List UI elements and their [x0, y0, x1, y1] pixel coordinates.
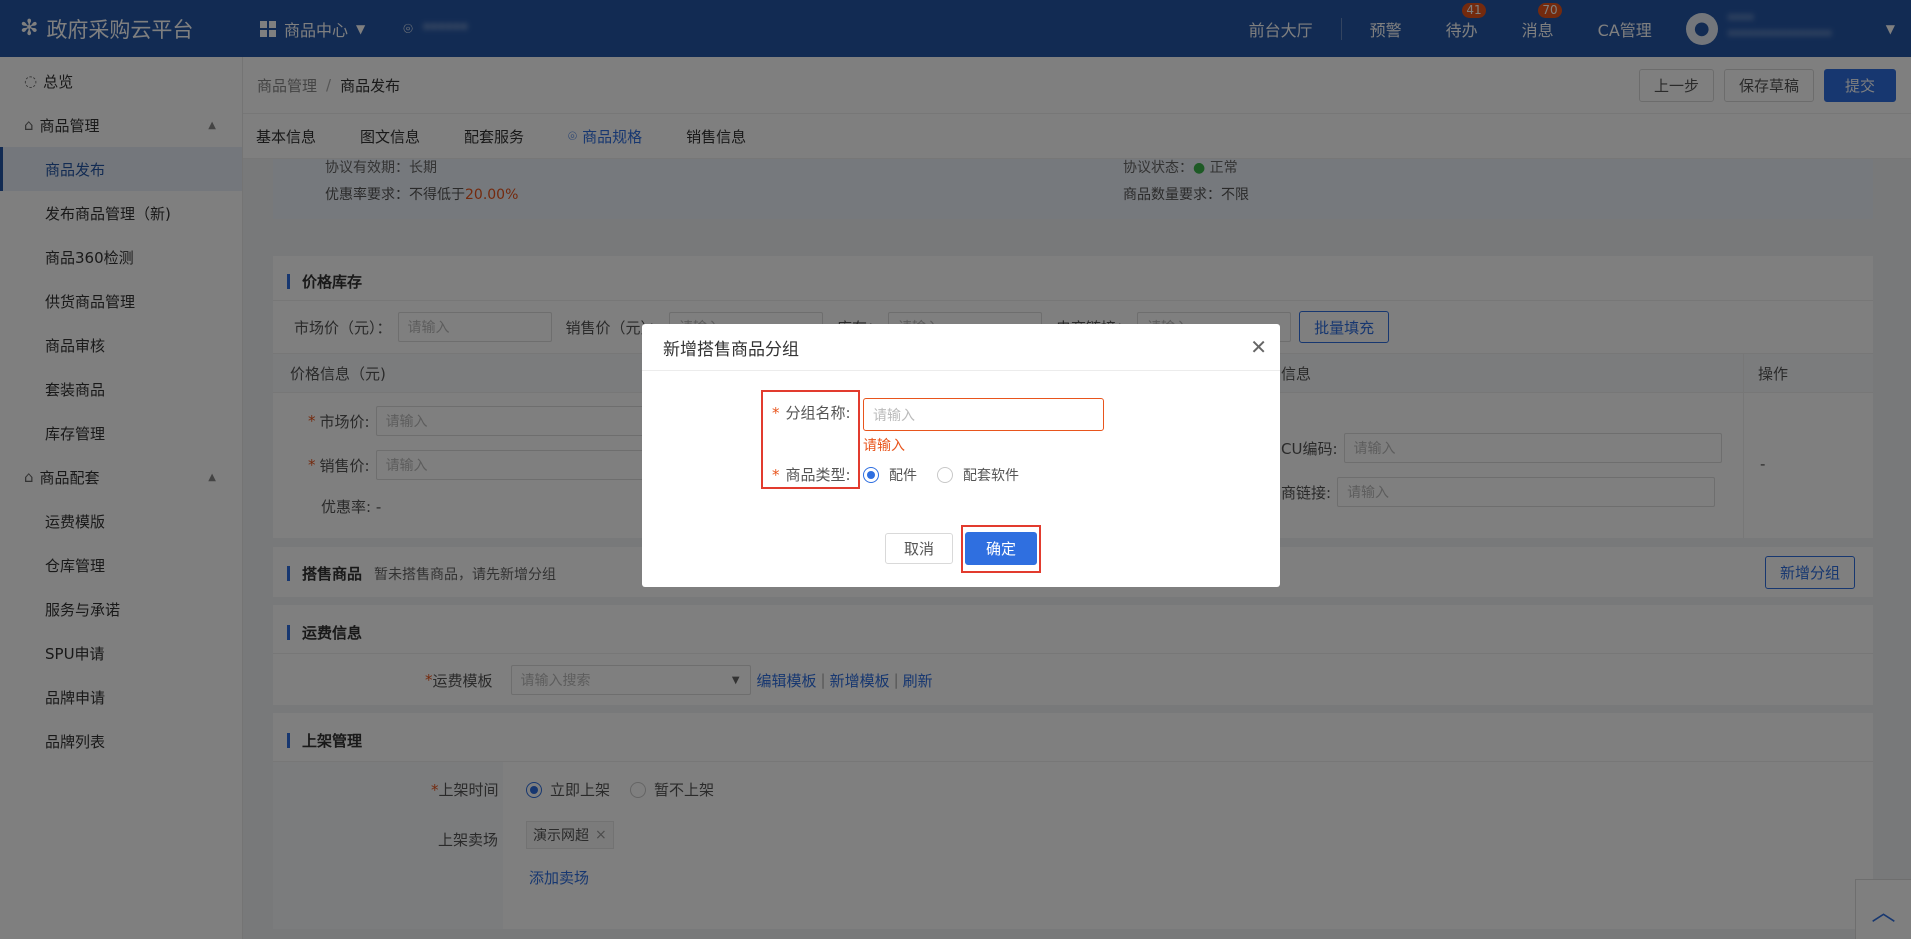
accessory-label: 配件 [889, 468, 917, 484]
radio-software[interactable] [937, 467, 953, 483]
software-label: 配套软件 [963, 468, 1019, 484]
dialog-title: 新增搭售商品分组 [663, 339, 799, 360]
highlight-box-confirm [961, 525, 1041, 573]
cancel-button[interactable]: 取消 [885, 533, 954, 564]
radio-accessory[interactable] [863, 467, 879, 483]
highlight-box-labels [761, 390, 860, 489]
group-name-error: 请输入 [863, 438, 905, 454]
close-icon[interactable]: ✕ [1250, 335, 1267, 359]
group-name-input[interactable]: 请输入 [863, 398, 1104, 431]
dialog-header: 新增搭售商品分组 [642, 324, 1280, 371]
